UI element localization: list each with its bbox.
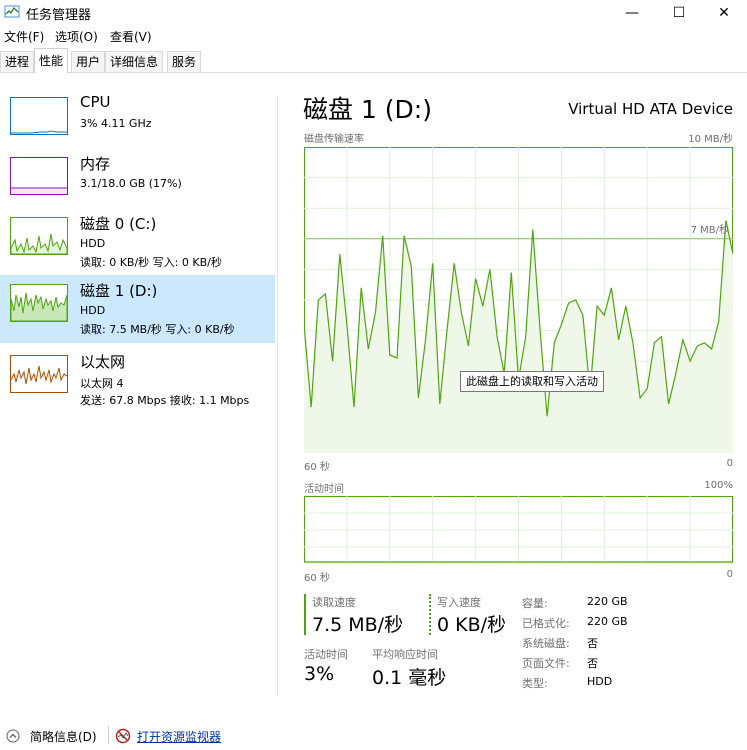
sidebar-item-type: HDD: [80, 304, 106, 317]
maximize-icon: ☐: [672, 5, 686, 21]
resource-list: CPU 3% 4.11 GHz 内存 3.1/18.0 GB (17%) 磁盘 …: [0, 84, 275, 414]
sidebar-item-ethernet[interactable]: 以太网 以太网 4 发送: 67.8 Mbps 接收: 1.1 Mbps: [0, 346, 275, 414]
sidebar-item-detail: 3.1/18.0 GB (17%): [80, 177, 182, 190]
formatted-label: 已格式化:: [522, 617, 570, 630]
footer: 简略信息(D) 打开资源监视器: [0, 722, 747, 750]
sidebar-item-memory[interactable]: 内存 3.1/18.0 GB (17%): [0, 148, 275, 216]
response-time-label: 平均响应时间: [372, 648, 438, 661]
tab-details[interactable]: 详细信息: [105, 51, 164, 72]
transfer-chart-label: 磁盘传输速率: [304, 134, 364, 145]
system-disk-value: 否: [587, 637, 598, 650]
cpu-mini-graph: [11, 130, 67, 134]
tab-services[interactable]: 服务: [167, 51, 202, 72]
menu-view[interactable]: 查看(V): [110, 28, 152, 45]
close-icon: ✕: [718, 5, 730, 21]
transfer-chart-mid-label: 7 MB/秒: [690, 225, 729, 236]
fewer-details-button[interactable]: 简略信息(D): [30, 728, 97, 745]
resource-monitor-icon[interactable]: [115, 728, 131, 744]
active-chart-label: 活动时间: [304, 484, 344, 495]
write-speed-value: 0 KB/秒: [437, 614, 507, 636]
sidebar-item-title: 磁盘 0 (C:): [80, 215, 157, 233]
page-title: 磁盘 1 (D:): [303, 95, 432, 124]
task-manager-icon: [4, 5, 20, 18]
cpu-thumbnail: [10, 97, 68, 135]
type-label: 类型:: [522, 677, 548, 690]
type-value: HDD: [587, 675, 613, 688]
tooltip: 此磁盘上的读取和写入活动: [460, 371, 604, 392]
menu-options[interactable]: 选项(O): [55, 28, 98, 45]
sidebar-item-detail: 读取: 7.5 MB/秒 写入: 0 KB/秒: [80, 323, 235, 336]
disk1-mini-graph: [11, 292, 67, 321]
sidebar-item-detail: 发送: 67.8 Mbps 接收: 1.1 Mbps: [80, 394, 250, 407]
window-title: 任务管理器: [26, 8, 92, 23]
read-speed-label: 读取速度: [312, 596, 356, 609]
chevron-up-icon[interactable]: [6, 729, 20, 743]
disk0-thumbnail: [10, 217, 68, 255]
active-time-stat-value: 3%: [304, 663, 335, 685]
transfer-rate-graph: [303, 147, 734, 453]
close-button[interactable]: ✕: [701, 0, 747, 26]
sidebar-item-detail: 3% 4.11 GHz: [80, 117, 152, 130]
disk0-mini-graph: [11, 233, 67, 254]
read-speed-indicator: [304, 594, 306, 635]
system-disk-label: 系统磁盘:: [522, 637, 570, 650]
sidebar-item-adapter: 以太网 4: [80, 377, 124, 390]
memory-mini-graph: [11, 187, 67, 194]
page-file-label: 页面文件:: [522, 657, 570, 670]
active-time-stat-label: 活动时间: [304, 648, 348, 661]
footer-divider: [108, 726, 109, 744]
splitter[interactable]: [277, 96, 278, 696]
tab-processes[interactable]: 进程: [0, 51, 35, 72]
tab-performance[interactable]: 性能: [34, 48, 69, 73]
active-time-left: 60 秒: [304, 573, 330, 584]
sidebar-item-disk-1[interactable]: 磁盘 1 (D:) HDD 读取: 7.5 MB/秒 写入: 0 KB/秒: [0, 275, 275, 343]
page-file-value: 否: [587, 657, 598, 670]
minimize-button[interactable]: —: [609, 0, 655, 26]
write-speed-label: 写入速度: [437, 596, 481, 609]
sidebar-item-title: 磁盘 1 (D:): [80, 282, 158, 300]
read-speed-value: 7.5 MB/秒: [312, 614, 404, 636]
capacity-label: 容量:: [522, 597, 548, 610]
menu-bar: 文件(F) 选项(O) 查看(V): [0, 26, 747, 46]
active-time-graph: [304, 496, 733, 564]
sidebar-item-cpu[interactable]: CPU 3% 4.11 GHz: [0, 88, 275, 156]
active-chart-max: 100%: [704, 480, 733, 491]
transfer-time-right: 0: [726, 458, 733, 469]
write-speed-indicator: [429, 594, 431, 635]
device-name: Virtual HD ATA Device: [568, 100, 733, 118]
sidebar-item-title: CPU: [80, 93, 111, 111]
ethernet-mini-graph: [11, 365, 67, 385]
response-time-value: 0.1 毫秒: [372, 667, 447, 689]
sidebar-item-title: 内存: [80, 155, 111, 173]
capacity-value: 220 GB: [587, 595, 628, 608]
formatted-value: 220 GB: [587, 615, 628, 628]
transfer-chart-max: 10 MB/秒: [688, 134, 733, 145]
tab-strip: 进程 性能 用户 详细信息 服务: [0, 48, 747, 73]
title-bar: 任务管理器 — ☐ ✕: [0, 0, 747, 26]
active-time-right: 0: [726, 569, 733, 580]
transfer-time-left: 60 秒: [304, 462, 330, 473]
disk1-thumbnail: [10, 284, 68, 322]
sidebar-item-type: HDD: [80, 237, 106, 250]
tab-users[interactable]: 用户: [71, 51, 106, 72]
minimize-icon: —: [625, 5, 639, 21]
open-resource-monitor-link[interactable]: 打开资源监视器: [137, 728, 221, 745]
sidebar-item-title: 以太网: [80, 353, 126, 371]
menu-file[interactable]: 文件(F): [4, 28, 44, 45]
transfer-rate-chart: [303, 147, 734, 453]
ethernet-thumbnail: [10, 355, 68, 393]
maximize-button[interactable]: ☐: [656, 0, 702, 26]
sidebar-item-disk-0[interactable]: 磁盘 0 (C:) HDD 读取: 0 KB/秒 写入: 0 KB/秒: [0, 208, 275, 276]
memory-thumbnail: [10, 157, 68, 195]
active-time-chart: [304, 496, 733, 564]
sidebar-item-detail: 读取: 0 KB/秒 写入: 0 KB/秒: [80, 256, 222, 269]
